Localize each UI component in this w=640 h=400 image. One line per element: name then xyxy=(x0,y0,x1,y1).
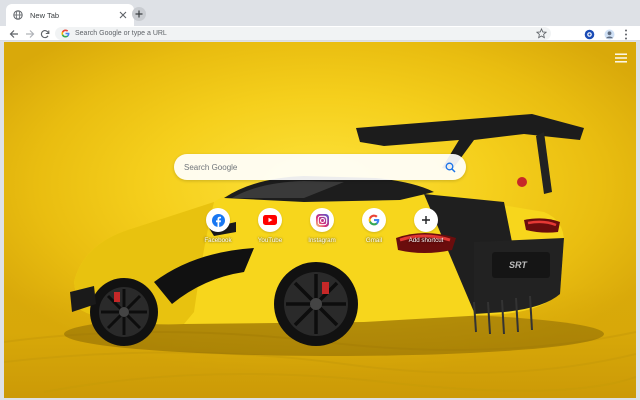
extension-icon[interactable] xyxy=(583,28,595,40)
maximize-button[interactable] xyxy=(580,0,610,22)
srt-badge: SRT xyxy=(509,260,528,270)
shortcut-label: Facebook xyxy=(204,237,232,244)
new-tab-page: SRT Search Google Facebook YouTube Insta… xyxy=(4,42,636,398)
plus-icon xyxy=(135,10,143,18)
shortcut-icon-wrapper xyxy=(206,208,230,232)
back-arrow-icon[interactable] xyxy=(8,28,20,40)
tab-new-tab[interactable]: New Tab xyxy=(6,4,134,26)
google-icon xyxy=(368,214,380,226)
shortcut-gmail[interactable]: Gmail xyxy=(348,208,400,258)
tab-strip: New Tab xyxy=(0,0,640,26)
shortcut-label: Add shortcut xyxy=(408,237,444,244)
instagram-icon xyxy=(315,213,329,227)
new-tab-button[interactable] xyxy=(132,7,146,21)
shortcut-icon-wrapper xyxy=(362,208,386,232)
close-icon[interactable] xyxy=(117,10,128,21)
tab-title: New Tab xyxy=(30,10,60,20)
youtube-icon xyxy=(263,215,277,225)
globe-icon xyxy=(12,10,23,21)
shortcut-youtube[interactable]: YouTube xyxy=(244,208,296,258)
profile-avatar-icon[interactable] xyxy=(603,28,615,40)
hamburger-menu-icon[interactable] xyxy=(614,52,628,64)
google-search-box[interactable]: Search Google xyxy=(174,154,466,180)
google-icon xyxy=(61,29,70,38)
close-window-button[interactable] xyxy=(610,0,640,22)
kebab-menu-icon[interactable] xyxy=(620,28,632,40)
reload-icon[interactable] xyxy=(39,28,51,40)
address-placeholder: Search Google or type a URL xyxy=(75,30,167,37)
shortcut-icon-wrapper xyxy=(310,208,334,232)
shortcut-label: YouTube xyxy=(257,237,283,244)
shortcut-facebook[interactable]: Facebook xyxy=(192,208,244,258)
window-controls xyxy=(550,0,640,22)
shortcut-icon-wrapper xyxy=(414,208,438,232)
facebook-icon xyxy=(211,213,225,227)
shortcut-instagram[interactable]: Instagram xyxy=(296,208,348,258)
shortcut-label: Gmail xyxy=(365,237,383,244)
shortcut-icon-wrapper xyxy=(258,208,282,232)
toolbar: Search Google or type a URL xyxy=(0,26,640,41)
forward-arrow-icon[interactable] xyxy=(24,28,36,40)
shortcut-label: Instagram xyxy=(308,237,336,244)
search-icon[interactable] xyxy=(445,162,456,173)
shortcut-tiles: Facebook YouTube Instagram Gmail Add sho… xyxy=(192,208,452,258)
minimize-button[interactable] xyxy=(550,0,580,22)
bookmark-star-icon[interactable] xyxy=(536,28,547,39)
add-shortcut-button[interactable]: Add shortcut xyxy=(400,208,452,258)
address-bar[interactable]: Search Google or type a URL xyxy=(55,27,551,40)
search-placeholder: Search Google xyxy=(184,162,238,172)
plus-icon xyxy=(422,216,430,224)
